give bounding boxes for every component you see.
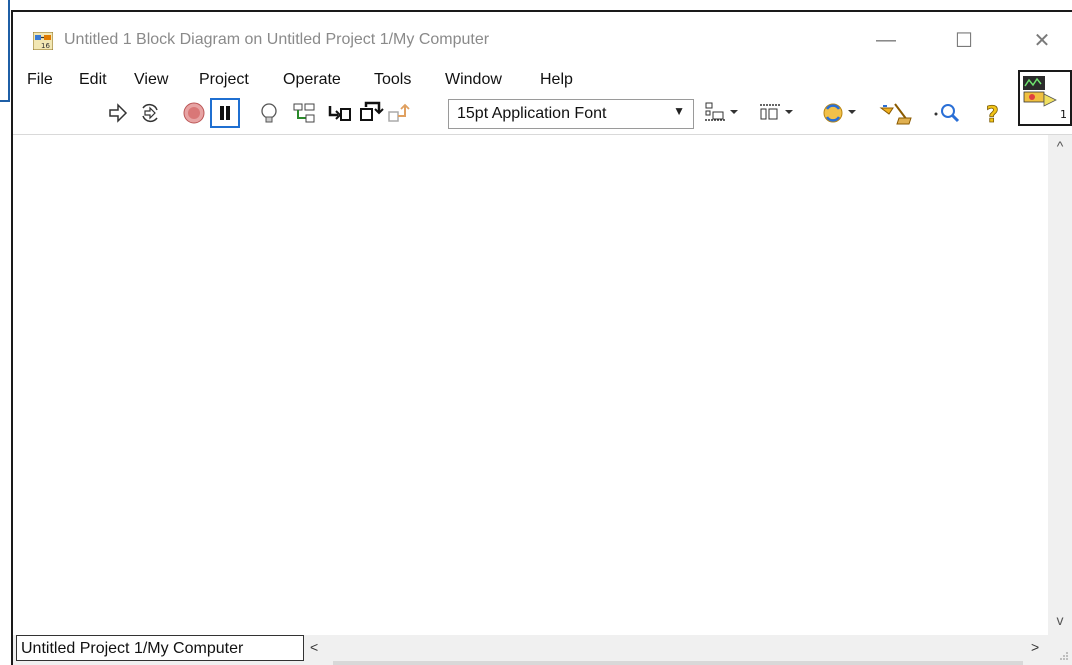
abort-icon[interactable] (181, 100, 207, 126)
scroll-down-icon[interactable]: v (1048, 612, 1072, 630)
scroll-up-icon[interactable]: ^ (1048, 138, 1072, 156)
toolbar: 15pt Application Font ▼ ? (13, 94, 1018, 134)
menu-file[interactable]: File (27, 71, 53, 89)
font-select[interactable]: 15pt Application Font ▼ (448, 99, 694, 129)
pause-icon[interactable] (210, 98, 240, 128)
menu-bar: File Edit View Project Operate Tools Win… (13, 66, 1018, 94)
scroll-right-icon[interactable]: > (1031, 639, 1039, 655)
window-title: Untitled 1 Block Diagram on Untitled Pro… (64, 31, 490, 48)
step-out-icon[interactable] (386, 100, 412, 126)
run-continuously-icon[interactable] (137, 100, 163, 126)
menu-project[interactable]: Project (199, 71, 249, 89)
reorder-icon[interactable] (821, 100, 861, 126)
resize-grip-icon[interactable] (1059, 651, 1069, 661)
menu-operate[interactable]: Operate (283, 71, 341, 89)
svg-text:?: ? (986, 103, 999, 126)
font-select-value: 15pt Application Font (457, 105, 607, 122)
minimize-button[interactable]: — (863, 20, 909, 60)
align-objects-icon[interactable] (703, 100, 743, 126)
svg-text:1: 1 (1060, 108, 1067, 121)
clean-up-diagram-icon[interactable] (879, 100, 913, 126)
minimize-icon: — (876, 28, 896, 51)
vi-icon-graphic: 1 (1023, 76, 1067, 121)
search-icon[interactable] (931, 100, 963, 126)
background-window-fill (0, 0, 8, 100)
menu-window[interactable]: Window (445, 71, 502, 89)
block-diagram-app-icon: 16 (33, 32, 53, 50)
menu-tools[interactable]: Tools (374, 71, 411, 89)
block-diagram-canvas[interactable] (13, 135, 1048, 635)
step-into-icon[interactable] (326, 100, 352, 126)
maximize-button[interactable]: ☐ (941, 20, 987, 60)
svg-text:16: 16 (41, 42, 50, 50)
highlight-execution-icon[interactable] (256, 100, 282, 126)
step-over-icon[interactable] (358, 100, 384, 126)
menu-help[interactable]: Help (540, 71, 573, 89)
close-icon: ✕ (1033, 29, 1051, 52)
close-button[interactable]: ✕ (1019, 20, 1065, 60)
distribute-objects-icon[interactable] (758, 100, 798, 126)
bottom-bar: Untitled Project 1/My Computer < > (13, 635, 1072, 665)
title-bar[interactable]: 16 Untitled 1 Block Diagram on Untitled … (13, 12, 1072, 66)
context-help-icon[interactable]: ? (980, 100, 1006, 126)
menu-view[interactable]: View (134, 71, 168, 89)
vi-icon[interactable]: 1 (1018, 70, 1072, 126)
maximize-icon: ☐ (955, 29, 973, 52)
horizontal-scrollbar-track[interactable] (333, 661, 1023, 665)
project-context-label[interactable]: Untitled Project 1/My Computer (16, 635, 304, 661)
run-arrow-icon[interactable] (105, 100, 131, 126)
menu-edit[interactable]: Edit (79, 71, 107, 89)
vertical-scrollbar[interactable] (1048, 135, 1072, 635)
chevron-down-icon: ▼ (673, 104, 685, 118)
retain-wire-values-icon[interactable] (291, 100, 317, 126)
scroll-left-icon[interactable]: < (310, 639, 318, 655)
labview-block-diagram-window: 16 Untitled 1 Block Diagram on Untitled … (0, 0, 1072, 665)
